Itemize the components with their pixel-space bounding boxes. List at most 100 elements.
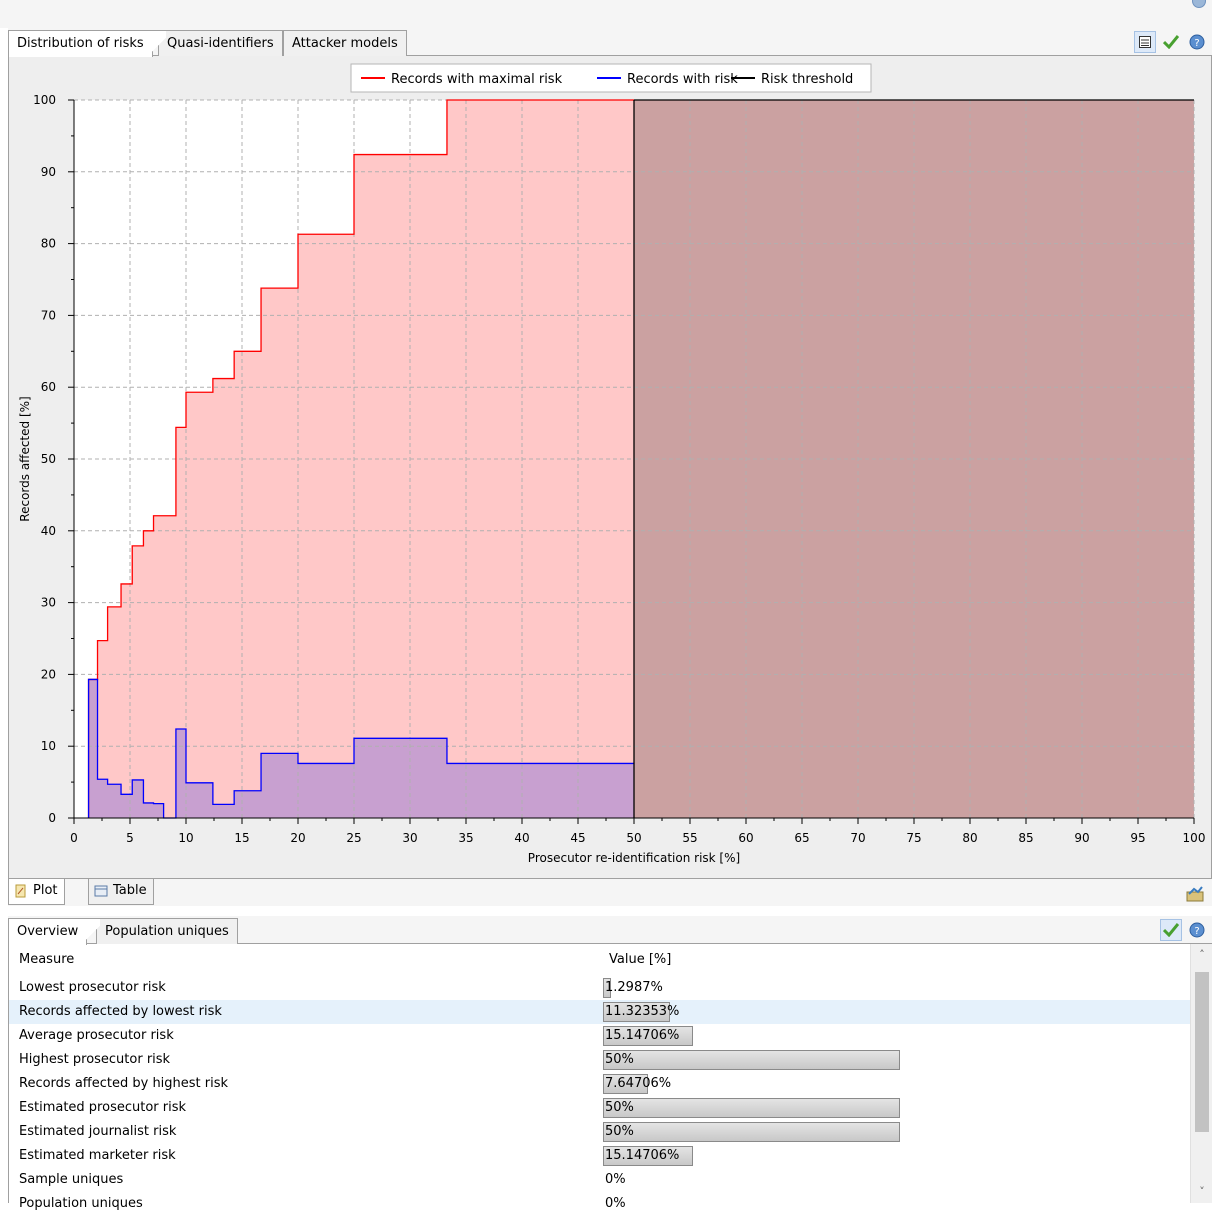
- overview-toolbar: ?: [1160, 919, 1208, 941]
- checkmark-icon: [1163, 923, 1179, 937]
- table-row[interactable]: Records affected by highest risk 7.64706%: [9, 1072, 1191, 1096]
- risk-chart-panel: 0 5 10 15 20 25 30 35 40 45 50 55 60 65 70 75 80 85 90 95 10…: [8, 56, 1212, 878]
- y-tick-label: 20: [41, 667, 56, 681]
- tab-quasi-identifiers[interactable]: Quasi-identifiers: [158, 30, 283, 56]
- tab-population-uniques[interactable]: Population uniques: [96, 918, 238, 944]
- overview-table: Measure Value [%] Lowest prosecutor risk…: [8, 944, 1212, 1211]
- x-tick-label: 90: [1074, 831, 1089, 845]
- y-tick-label: 40: [41, 524, 56, 538]
- plot-icon: [15, 884, 26, 898]
- y-tick-label: 60: [41, 380, 56, 394]
- table-row[interactable]: Estimated journalist risk 50%: [9, 1120, 1191, 1144]
- legend-label: Risk threshold: [761, 72, 853, 87]
- tab-overview[interactable]: Overview: [8, 918, 101, 946]
- x-tick-label: 60: [738, 831, 753, 845]
- tab-label: Distribution of risks: [17, 36, 144, 51]
- y-tick-label: 0: [48, 811, 56, 825]
- value-cell: 11.32353%: [605, 1004, 680, 1019]
- help-icon: ?: [1189, 922, 1205, 938]
- value-cell: 50%: [605, 1100, 634, 1115]
- view-toolbar: ?: [1134, 31, 1208, 53]
- tab-label: Attacker models: [292, 36, 398, 51]
- scroll-down-icon[interactable]: ˅: [1197, 1186, 1207, 1197]
- tab-attacker-models[interactable]: Attacker models: [283, 30, 407, 56]
- overview-tabbar: Overview Population uniques ?: [8, 916, 1212, 946]
- x-tick-label: 55: [682, 831, 697, 845]
- help-button[interactable]: ?: [1186, 919, 1208, 941]
- y-tick-label: 30: [41, 596, 56, 610]
- measure-cell: Lowest prosecutor risk: [19, 980, 166, 995]
- column-header-value[interactable]: Value [%]: [609, 948, 671, 972]
- table-row[interactable]: Highest prosecutor risk 50%: [9, 1048, 1191, 1072]
- measure-cell: Average prosecutor risk: [19, 1028, 174, 1043]
- y-tick-label: 100: [33, 93, 56, 107]
- value-cell: 7.64706%: [605, 1076, 672, 1091]
- tab-label: Quasi-identifiers: [167, 36, 274, 51]
- table-row[interactable]: Lowest prosecutor risk 1.2987%: [9, 976, 1191, 1000]
- apply-button[interactable]: [1160, 31, 1182, 53]
- scroll-up-icon[interactable]: ˄: [1197, 949, 1207, 960]
- x-tick-label: 75: [906, 831, 921, 845]
- x-tick-label: 85: [1018, 831, 1033, 845]
- help-icon[interactable]: [1192, 0, 1206, 8]
- tab-distribution-of-risks[interactable]: Distribution of risks: [8, 30, 166, 58]
- table-row[interactable]: Population uniques 0%: [9, 1192, 1191, 1216]
- list-view-icon: [1139, 36, 1151, 48]
- x-tick-label: 80: [962, 831, 977, 845]
- table-row[interactable]: Estimated prosecutor risk 50%: [9, 1096, 1191, 1120]
- table-row[interactable]: Records affected by lowest risk 11.32353%: [9, 1000, 1191, 1024]
- x-tick-label: 25: [346, 831, 361, 845]
- table-icon: [94, 885, 108, 897]
- risk-tabbar: Distribution of risks Quasi-identifiers …: [8, 28, 1212, 58]
- x-tick-label: 30: [402, 831, 417, 845]
- help-button[interactable]: ?: [1186, 31, 1208, 53]
- legend-label: Records with risk: [627, 72, 738, 87]
- x-tick-label: 10: [178, 831, 193, 845]
- x-tick-label: 70: [850, 831, 865, 845]
- svg-text:?: ?: [1194, 926, 1199, 937]
- x-tick-label: 100: [1183, 831, 1206, 845]
- measure-cell: Estimated journalist risk: [19, 1124, 177, 1139]
- x-tick-label: 20: [290, 831, 305, 845]
- value-bar: [603, 1050, 900, 1070]
- table-row[interactable]: Sample uniques 0%: [9, 1168, 1191, 1192]
- y-tick-label: 50: [41, 452, 56, 466]
- y-tick-label: 10: [41, 739, 56, 753]
- help-icon: ?: [1189, 34, 1205, 50]
- tab-label: Population uniques: [105, 924, 229, 939]
- column-header-measure[interactable]: Measure: [19, 948, 74, 972]
- tab-label: Overview: [17, 924, 79, 939]
- checkmark-icon: [1163, 35, 1179, 49]
- scrollbar-thumb[interactable]: [1195, 972, 1209, 1132]
- vertical-scrollbar[interactable]: ˄ ˅: [1190, 944, 1212, 1203]
- x-tick-label: 15: [234, 831, 249, 845]
- value-cell: 50%: [605, 1052, 634, 1067]
- table-row[interactable]: Estimated marketer risk 15.14706%: [9, 1144, 1191, 1168]
- measure-cell: Estimated marketer risk: [19, 1148, 176, 1163]
- x-tick-label: 65: [794, 831, 809, 845]
- value-cell: 15.14706%: [605, 1148, 680, 1163]
- value-cell: 0%: [605, 1172, 626, 1187]
- table-header: Measure Value [%]: [9, 948, 1191, 972]
- measure-cell: Sample uniques: [19, 1172, 124, 1187]
- value-bar: [603, 1098, 900, 1118]
- list-view-button[interactable]: [1134, 31, 1156, 53]
- chart-options-icon[interactable]: [1186, 884, 1204, 902]
- y-tick-label: 90: [41, 165, 56, 179]
- measure-cell: Estimated prosecutor risk: [19, 1100, 187, 1115]
- apply-button[interactable]: [1160, 919, 1182, 941]
- tab-label: Table: [113, 883, 147, 898]
- value-cell: 1.2987%: [605, 980, 663, 995]
- tab-label: Plot: [33, 883, 58, 898]
- measure-cell: Population uniques: [19, 1196, 143, 1211]
- risk-distribution-chart: 0 5 10 15 20 25 30 35 40 45 50 55 60 65 70 75 80 85 90 95 10…: [18, 63, 1206, 865]
- measure-cell: Records affected by lowest risk: [19, 1004, 222, 1019]
- table-row[interactable]: Average prosecutor risk 15.14706%: [9, 1024, 1191, 1048]
- value-bar: [603, 1122, 900, 1142]
- tab-table[interactable]: Table: [88, 879, 154, 905]
- x-tick-label: 45: [570, 831, 585, 845]
- measure-cell: Records affected by highest risk: [19, 1076, 229, 1091]
- tab-plot[interactable]: Plot: [8, 879, 65, 905]
- measure-cell: Highest prosecutor risk: [19, 1052, 171, 1067]
- plot-tabbar: Plot Table: [8, 878, 1212, 906]
